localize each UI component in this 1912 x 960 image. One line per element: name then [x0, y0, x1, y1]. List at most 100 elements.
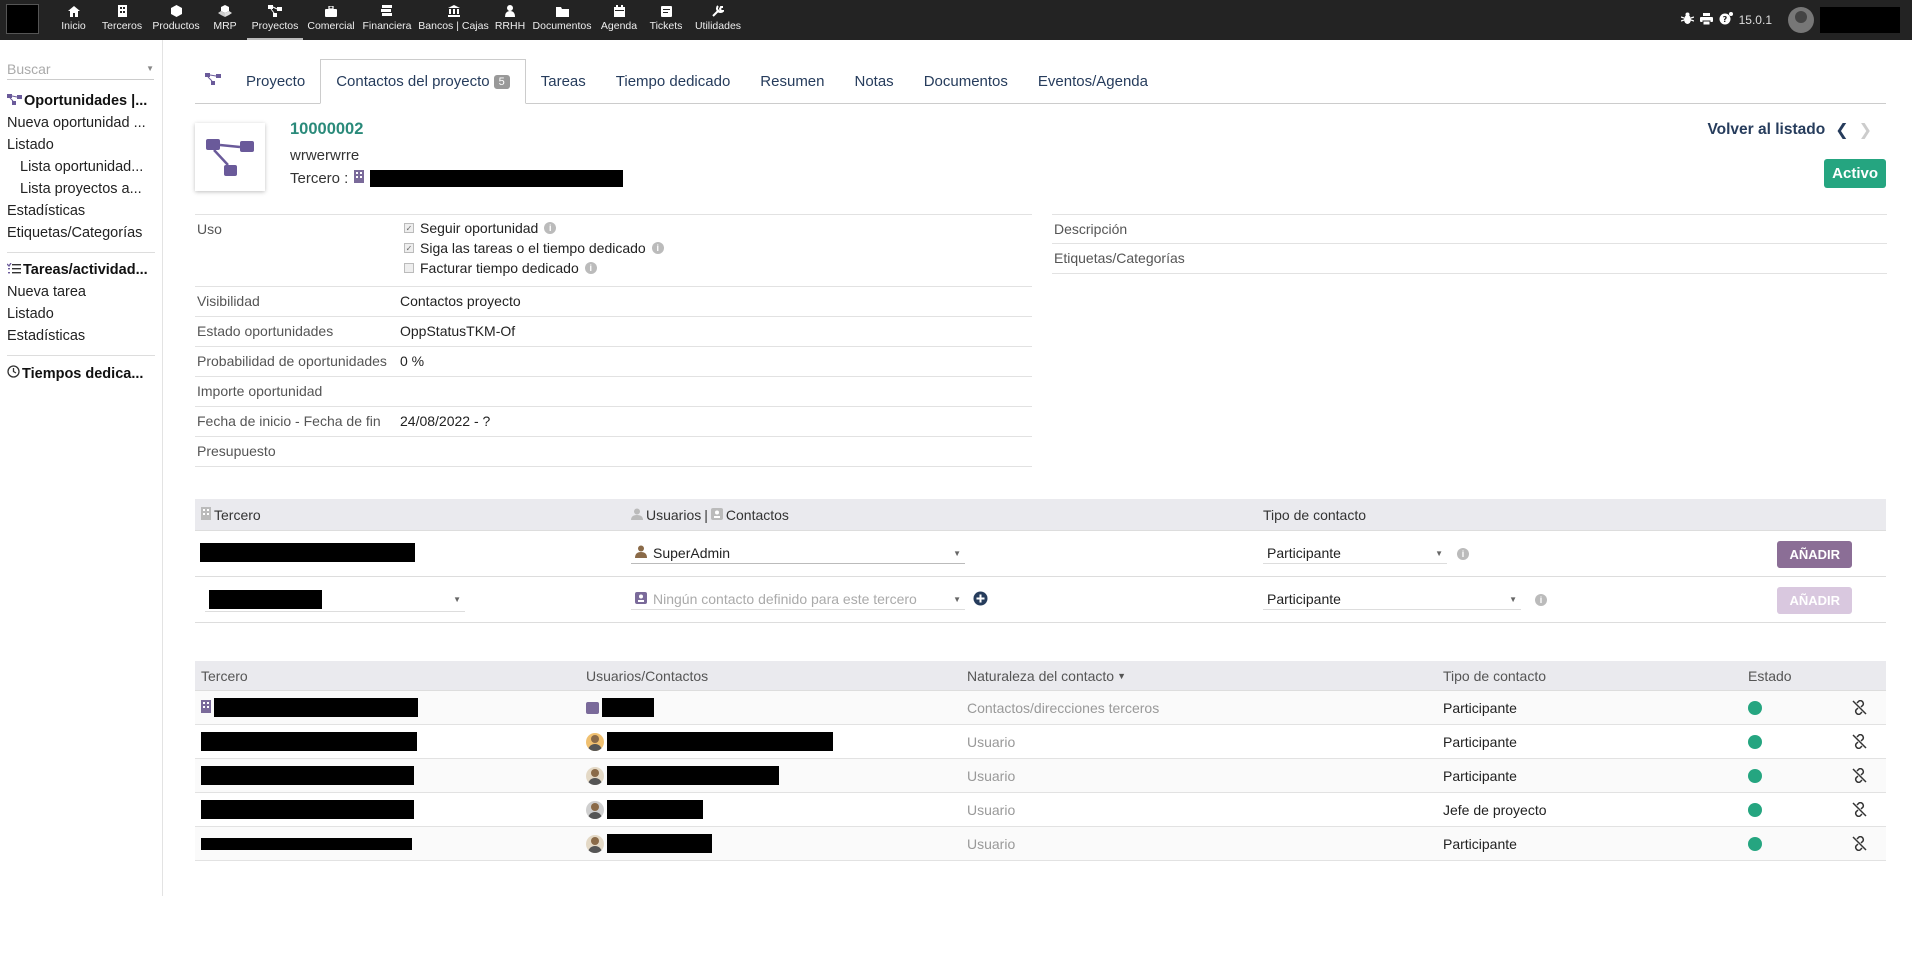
- tercero-cell: ▼: [195, 588, 631, 612]
- back-to-list-link[interactable]: Volver al listado: [1707, 121, 1825, 139]
- field-presupuesto: Presupuesto: [195, 437, 1032, 467]
- sort-desc-icon: ▼: [1117, 670, 1127, 681]
- user-avatar[interactable]: [1788, 7, 1814, 33]
- check-facturar-tiempo[interactable]: Facturar tiempo dedicado i: [404, 260, 664, 276]
- row-tercero[interactable]: [195, 800, 580, 819]
- menu-label: Comercial: [307, 20, 355, 32]
- checkbox-unchecked[interactable]: [404, 263, 414, 273]
- row-tercero[interactable]: [195, 766, 580, 785]
- contact-select[interactable]: Ningún contacto definido para este terce…: [631, 589, 965, 610]
- header-naturaleza[interactable]: Naturaleza del contacto ▼: [961, 668, 1437, 684]
- tab-proyecto[interactable]: Proyecto: [231, 59, 320, 103]
- menu-item-documentos[interactable]: Documentos: [528, 0, 596, 40]
- menu-group-tareas[interactable]: Tareas/actividad...: [0, 259, 162, 281]
- menu-item-productos[interactable]: Productos: [149, 0, 203, 40]
- add-user-button[interactable]: AÑADIR: [1777, 540, 1852, 568]
- tercero-select[interactable]: ▼: [205, 588, 465, 612]
- tab-notas[interactable]: Notas: [840, 59, 909, 103]
- help-icon[interactable]: ?: [1719, 12, 1733, 28]
- menu-item-bancos[interactable]: Bancos | Cajas: [415, 0, 492, 40]
- company-logo[interactable]: [6, 4, 39, 34]
- tab-contactos-proyecto[interactable]: Contactos del proyecto 5: [320, 59, 526, 104]
- next-arrow-icon: ❯: [1858, 122, 1872, 139]
- chevron-down-icon: ▼: [953, 548, 961, 558]
- header-estado[interactable]: Estado: [1742, 668, 1832, 684]
- unlink-icon[interactable]: [1832, 802, 1886, 817]
- tab-documentos[interactable]: Documentos: [909, 59, 1023, 103]
- tab-tareas[interactable]: Tareas: [526, 59, 601, 103]
- tercero-name-redacted[interactable]: [370, 170, 624, 187]
- add-contact-plus-icon[interactable]: [973, 591, 988, 609]
- menu-item-listado[interactable]: Listado: [0, 134, 162, 156]
- print-icon[interactable]: [1699, 12, 1713, 28]
- menu-item-comercial[interactable]: Comercial: [303, 0, 359, 40]
- bug-icon[interactable]: [1680, 12, 1694, 28]
- building-icon: [201, 699, 211, 716]
- row-naturaleza: Usuario: [967, 835, 1016, 852]
- tab-tiempo-dedicado[interactable]: Tiempo dedicado: [601, 59, 746, 103]
- row-contact[interactable]: [580, 766, 961, 785]
- menu-group-oportunidades[interactable]: Oportunidades |...: [0, 90, 162, 112]
- checkbox-checked[interactable]: ✓: [404, 223, 414, 233]
- field-value: 24/08/2022 - ?: [400, 413, 491, 429]
- check-seguir-oportunidad[interactable]: ✓ Seguir oportunidad i: [404, 220, 664, 236]
- menu-item-etiquetas[interactable]: Etiquetas/Categorías: [0, 222, 162, 244]
- menu-item-listado-tareas[interactable]: Listado: [0, 303, 162, 325]
- menu-item-nueva-tarea[interactable]: Nueva tarea: [0, 281, 162, 303]
- row-tipo: Participante: [1443, 835, 1517, 852]
- info-icon[interactable]: i: [544, 222, 557, 234]
- menu-item-agenda[interactable]: Agenda: [596, 0, 642, 40]
- field-label: Uso: [197, 221, 222, 237]
- menu-group-tiempos[interactable]: Tiempos dedica...: [0, 362, 162, 385]
- checkbox-checked[interactable]: ✓: [404, 243, 414, 253]
- menu-item-lista-proyectos[interactable]: Lista proyectos a...: [0, 178, 162, 200]
- info-icon[interactable]: i: [1457, 547, 1469, 560]
- menu-item-estadisticas-tareas[interactable]: Estadísticas: [0, 325, 162, 347]
- info-icon[interactable]: i: [651, 242, 664, 254]
- search-box[interactable]: Buscar ▼: [7, 58, 154, 80]
- unlink-icon[interactable]: [1832, 768, 1886, 783]
- row-contact[interactable]: [580, 800, 961, 819]
- tab-resumen[interactable]: Resumen: [745, 59, 839, 103]
- row-tercero[interactable]: [195, 837, 580, 850]
- menu-item-nueva-oportunidad[interactable]: Nueva oportunidad ...: [0, 112, 162, 134]
- menu-item-inicio[interactable]: Inicio: [52, 0, 95, 40]
- row-tercero[interactable]: [195, 732, 580, 751]
- tipo-select[interactable]: Participante ▼: [1263, 589, 1521, 610]
- table-row: Usuario Participante: [195, 725, 1886, 759]
- user-select[interactable]: SuperAdmin ▼: [631, 543, 965, 564]
- unlink-icon[interactable]: [1832, 700, 1886, 715]
- info-icon[interactable]: i: [584, 262, 597, 274]
- row-tipo: Participante: [1443, 699, 1517, 716]
- add-button-wrap: AÑADIR: [1777, 586, 1852, 614]
- menu-item-tickets[interactable]: Tickets: [642, 0, 690, 40]
- check-label: Facturar tiempo dedicado: [420, 260, 579, 276]
- header-tipo-contacto[interactable]: Tipo de contacto: [1437, 668, 1742, 684]
- info-icon[interactable]: i: [1535, 593, 1547, 606]
- menu-item-estadisticas[interactable]: Estadísticas: [0, 200, 162, 222]
- menu-item-mrp[interactable]: MRP: [203, 0, 247, 40]
- row-contact[interactable]: [580, 698, 961, 717]
- user-name-redacted[interactable]: [1820, 7, 1900, 33]
- tab-project-icon[interactable]: [195, 59, 231, 103]
- contact-redacted: [607, 834, 712, 853]
- previous-arrow-icon[interactable]: ❮: [1835, 120, 1848, 140]
- unlink-icon[interactable]: [1832, 836, 1886, 851]
- header-usuarios-contactos[interactable]: Usuarios/Contactos: [580, 668, 961, 684]
- menu-item-lista-oportunidades[interactable]: Lista oportunidad...: [0, 156, 162, 178]
- menu-item-utilidades[interactable]: Utilidades: [690, 0, 746, 40]
- check-siga-tareas[interactable]: ✓ Siga las tareas o el tiempo dedicado i: [404, 240, 664, 256]
- unlink-icon[interactable]: [1832, 734, 1886, 749]
- status-badge: Activo: [1824, 159, 1886, 188]
- menu-item-rrhh[interactable]: RRHH: [492, 0, 528, 40]
- tab-eventos-agenda[interactable]: Eventos/Agenda: [1023, 59, 1163, 103]
- field-uso: Uso ✓ Seguir oportunidad i ✓ Siga las ta…: [195, 214, 1032, 287]
- header-tercero[interactable]: Tercero: [195, 668, 580, 684]
- row-tercero[interactable]: [195, 698, 580, 717]
- menu-item-proyectos[interactable]: Proyectos: [247, 0, 303, 40]
- row-contact[interactable]: [580, 834, 961, 853]
- menu-item-terceros[interactable]: Terceros: [95, 0, 149, 40]
- row-contact[interactable]: [580, 732, 961, 751]
- menu-item-financiera[interactable]: Financiera: [359, 0, 415, 40]
- tipo-select[interactable]: Participante ▼: [1263, 543, 1447, 564]
